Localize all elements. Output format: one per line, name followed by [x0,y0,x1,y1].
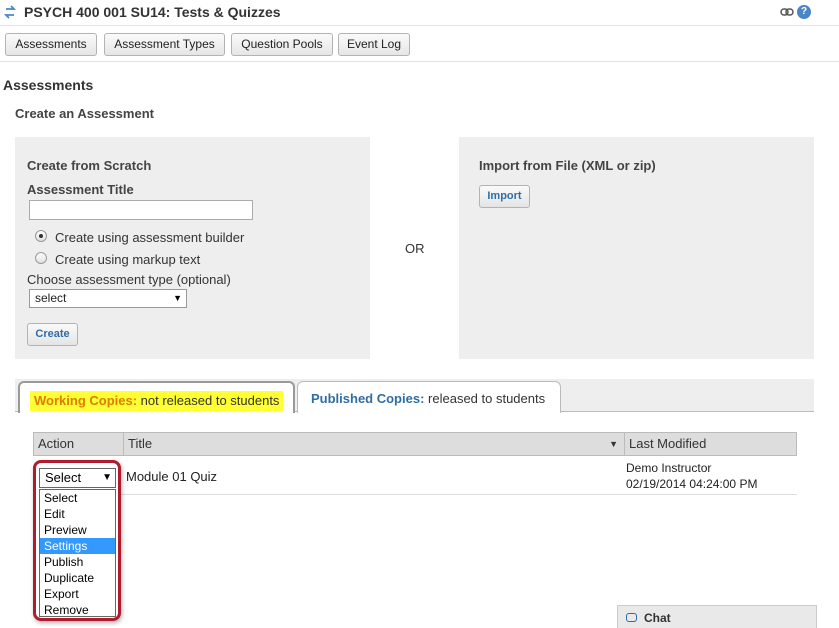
create-from-scratch-heading: Create from Scratch [27,158,152,173]
tab-published-copies[interactable]: Published Copies: released to students [297,381,561,413]
column-header-title[interactable]: Title ▼ [124,433,625,455]
working-copies-key: Working Copies: [34,393,138,408]
help-icon[interactable]: ? [797,5,811,19]
assessment-type-select[interactable]: select ▼ [29,289,187,308]
option-remove[interactable]: Remove [40,602,115,618]
row-divider [33,494,797,495]
sort-arrow-icon: ▼ [609,439,618,449]
option-export[interactable]: Export [40,586,115,602]
option-preview[interactable]: Preview [40,522,115,538]
column-header-last-modified[interactable]: Last Modified [625,433,796,455]
create-button[interactable]: Create [27,323,78,346]
published-copies-key: Published Copies: [311,391,425,406]
published-copies-desc: released to students [428,391,546,406]
radio-markup-text[interactable] [35,252,47,264]
chat-bar[interactable]: Chat [617,605,817,628]
action-select[interactable]: Select ▼ [39,468,116,488]
action-options-list: Select Edit Preview Settings Publish Dup… [39,489,116,617]
or-label: OR [405,241,425,256]
published-copies-text: Published Copies: released to students [311,391,545,406]
working-copies-highlight: Working Copies: not released to students [30,391,284,411]
create-from-scratch-panel: Create from Scratch Assessment Title Cre… [15,137,370,359]
chat-label: Chat [644,611,671,625]
tool-menu-bar: Assessments Assessment Types Question Po… [0,28,839,62]
assessment-type-label: Choose assessment type (optional) [27,272,231,287]
dropdown-arrow-icon: ▼ [102,472,112,483]
column-header-title-label: Title [128,436,153,451]
row-modified-at: 02/19/2014 04:24:00 PM [626,477,758,491]
assessment-title-label: Assessment Title [27,182,134,197]
option-edit[interactable]: Edit [40,506,115,522]
question-pools-button[interactable]: Question Pools [231,33,333,56]
assessment-types-button[interactable]: Assessment Types [104,33,225,56]
section-title: Assessments [3,77,94,93]
option-publish[interactable]: Publish [40,554,115,570]
option-select[interactable]: Select [40,490,115,506]
row-title: Module 01 Quiz [126,469,218,484]
radio-assessment-builder[interactable] [35,230,47,242]
action-dropdown-callout: Select ▼ Select Edit Preview Settings Pu… [33,460,121,621]
link-icon[interactable] [780,7,794,17]
dropdown-arrow-icon: ▼ [173,293,182,303]
create-assessment-heading: Create an Assessment [15,106,154,121]
assessments-button[interactable]: Assessments [5,33,97,56]
assessment-title-input[interactable] [29,200,253,220]
column-header-action[interactable]: Action [34,433,124,455]
radio-assessment-builder-label: Create using assessment builder [55,230,245,245]
option-duplicate[interactable]: Duplicate [40,570,115,586]
row-modified-by: Demo Instructor [626,461,712,475]
import-from-file-panel: Import from File (XML or zip) Import [459,137,814,359]
import-button[interactable]: Import [479,185,530,208]
action-select-value: Select [45,470,82,485]
tool-title-bar: PSYCH 400 001 SU14: Tests & Quizzes ? [0,0,839,26]
option-settings[interactable]: Settings [40,538,115,554]
chat-bubble-icon [626,613,637,622]
tab-working-copies[interactable]: Working Copies: not released to students [18,381,295,413]
assessment-table-header: Action Title ▼ Last Modified [33,432,797,456]
swap-icon[interactable] [4,5,16,19]
event-log-button[interactable]: Event Log [338,33,410,56]
import-from-file-heading: Import from File (XML or zip) [479,158,656,173]
working-copies-desc: not released to students [140,393,280,408]
radio-markup-text-label: Create using markup text [55,252,201,267]
page-title: PSYCH 400 001 SU14: Tests & Quizzes [24,4,281,20]
assessment-type-value: select [35,291,67,305]
copies-tab-bar: Working Copies: not released to students… [15,379,814,413]
